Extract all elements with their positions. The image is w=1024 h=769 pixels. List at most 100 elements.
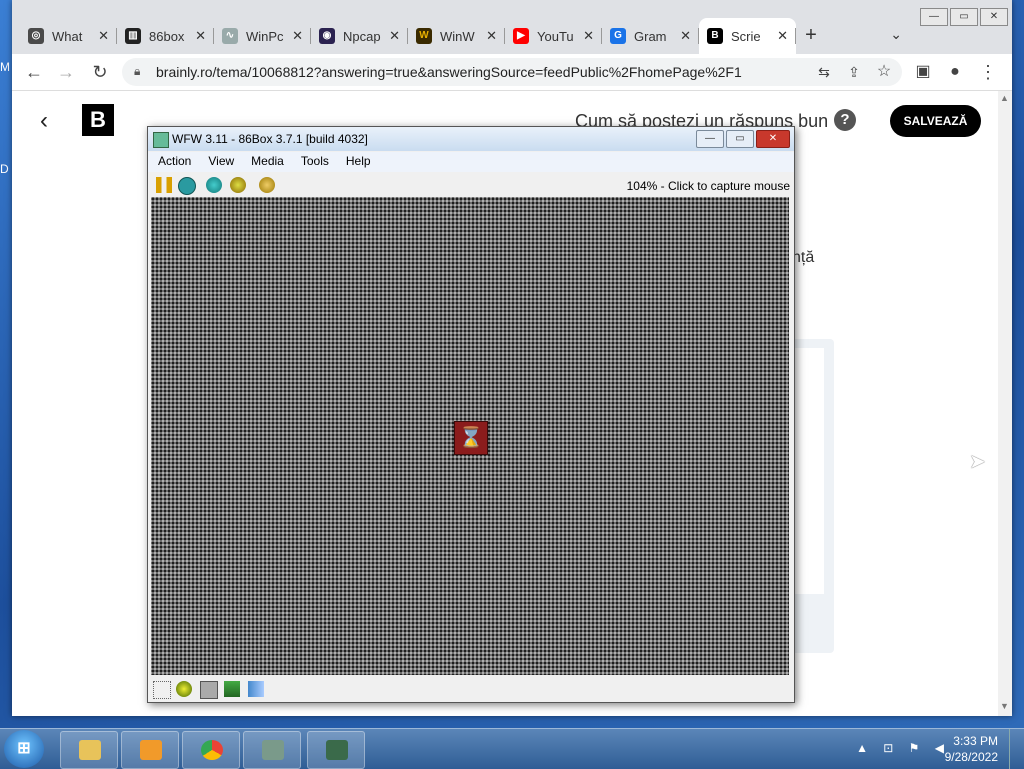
clock-date: 9/28/2022	[944, 750, 998, 764]
floppy-icon[interactable]	[153, 681, 171, 699]
youtube-icon: ▶	[513, 28, 529, 44]
network-icon[interactable]	[224, 681, 240, 697]
taskbar-86box-vm[interactable]	[307, 731, 365, 769]
maximize-button[interactable]: ▭	[950, 8, 978, 26]
mouse-cursor-icon: ➤	[969, 451, 986, 473]
ctrl-alt-esc-icon[interactable]	[230, 177, 246, 193]
browser-toolbar: ← → ↻ 🔒︎ brainly.ro/tema/10068812?answer…	[12, 54, 1012, 91]
lock-icon[interactable]: 🔒︎	[134, 64, 140, 79]
scroll-down-icon[interactable]: ▼	[1000, 701, 1009, 711]
close-tab-icon[interactable]: ✕	[680, 28, 691, 44]
building-icon: ▥	[125, 28, 141, 44]
tab-title: 86box	[149, 28, 185, 44]
windows-logo-icon: ⊞	[17, 740, 31, 757]
address-bar[interactable]: 🔒︎ brainly.ro/tema/10068812?answering=tr…	[122, 58, 902, 86]
url-text[interactable]: brainly.ro/tema/10068812?answering=true&…	[156, 64, 742, 80]
tab-strip: ◎ What ✕ ▥ 86box ✕ ∿ WinPc ✕ ◉ Npcap ✕ W WinW ✕ ▶ Y…	[20, 18, 826, 54]
hourglass-icon: ⌛	[454, 421, 488, 455]
browser-tab[interactable]: G Gram ✕	[602, 18, 699, 54]
translate-icon[interactable]: ⇆	[812, 60, 836, 84]
start-button[interactable]: ⊞	[4, 730, 44, 768]
media-player-icon	[140, 740, 162, 760]
help-icon[interactable]: ?	[834, 109, 856, 131]
settings-icon[interactable]	[259, 177, 275, 193]
86box-app-icon	[153, 132, 169, 148]
ctrl-alt-del-icon[interactable]	[206, 177, 222, 193]
menu-tools[interactable]: Tools	[291, 152, 336, 172]
browser-tab[interactable]: ▶ YouTu ✕	[505, 18, 602, 54]
maximize-button[interactable]: ▭	[726, 130, 754, 148]
menu-action[interactable]: Action	[148, 152, 198, 172]
close-button[interactable]: ✕	[980, 8, 1008, 26]
taskbar-chrome[interactable]	[182, 731, 240, 769]
menu-view[interactable]: View	[198, 152, 241, 172]
tab-search-icon[interactable]: ⌄	[890, 26, 902, 43]
brainly-icon: B	[707, 28, 723, 44]
taskbar-media-player[interactable]	[121, 731, 179, 769]
tab-title: WinW	[440, 28, 475, 44]
back-arrow-icon[interactable]: ‹	[40, 107, 48, 135]
emulator-titlebar[interactable]: WFW 3.11 - 86Box 3.7.1 [build 4032] — ▭ …	[148, 127, 794, 151]
minimize-button[interactable]: —	[696, 130, 724, 148]
partially-hidden-text: nță	[792, 249, 815, 266]
side-panel-icon[interactable]: ▣	[911, 60, 935, 84]
emulator-menubar: Action View Media Tools Help	[148, 152, 794, 172]
reload-icon[interactable]: ↻	[88, 60, 112, 84]
forward-icon[interactable]: →	[54, 60, 78, 84]
hard-disk-icon[interactable]	[200, 681, 218, 699]
emulator-title: WFW 3.11 - 86Box 3.7.1 [build 4032]	[172, 132, 368, 146]
86box-icon	[262, 740, 284, 760]
cdrom-icon[interactable]	[176, 681, 192, 697]
close-tab-icon[interactable]: ✕	[292, 28, 303, 44]
bookmark-star-icon[interactable]: ☆	[872, 60, 896, 84]
pause-icon[interactable]	[156, 177, 172, 193]
close-tab-icon[interactable]: ✕	[486, 28, 497, 44]
minimize-button[interactable]: —	[920, 8, 948, 26]
browser-tab-active[interactable]: B Scrie ✕	[699, 18, 796, 54]
back-icon[interactable]: ←	[22, 60, 46, 84]
save-button[interactable]: SALVEAZĂ	[890, 105, 981, 137]
page-scrollbar[interactable]: ▲ ▼	[998, 91, 1012, 716]
clock-time: 3:33 PM	[953, 734, 998, 748]
tab-title: YouTu	[537, 28, 574, 44]
tab-title: What	[52, 28, 83, 44]
close-tab-icon[interactable]: ✕	[195, 28, 206, 44]
taskbar-86box[interactable]	[243, 731, 301, 769]
desktop-icon-label-partial: M	[0, 60, 10, 74]
menu-media[interactable]: Media	[241, 152, 291, 172]
tab-title: WinPc	[246, 28, 284, 44]
menu-help[interactable]: Help	[336, 152, 378, 172]
share-icon[interactable]: ⇪	[842, 60, 866, 84]
reset-icon[interactable]	[178, 177, 196, 195]
scroll-up-icon[interactable]: ▲	[1000, 93, 1009, 103]
menu-kebab-icon[interactable]: ⋮	[976, 60, 1000, 84]
emulator-window: WFW 3.11 - 86Box 3.7.1 [build 4032] — ▭ …	[147, 126, 795, 703]
close-tab-icon[interactable]: ✕	[583, 28, 594, 44]
tab-title: Gram	[634, 28, 667, 44]
close-tab-icon[interactable]: ✕	[777, 28, 788, 44]
profile-icon[interactable]: ●	[943, 60, 967, 84]
w-logo-icon: W	[416, 28, 432, 44]
new-tab-button[interactable]: +	[796, 18, 826, 54]
browser-tab[interactable]: W WinW ✕	[408, 18, 505, 54]
close-button[interactable]: ✕	[756, 130, 790, 148]
close-tab-icon[interactable]: ✕	[389, 28, 400, 44]
close-tab-icon[interactable]: ✕	[98, 28, 109, 44]
sound-icon[interactable]	[248, 681, 264, 697]
clock[interactable]: 3:33 PM 9/28/2022	[945, 733, 998, 765]
system-tray-icons[interactable]: ▲ ⊡ ⚑ ◀	[856, 741, 950, 755]
eye-icon: ◉	[319, 28, 335, 44]
emulator-statusbar	[148, 677, 794, 701]
brainly-logo[interactable]: B	[82, 104, 114, 136]
emulator-toolbar: 104% - Click to capture mouse	[148, 173, 794, 197]
emulator-screen[interactable]: ⌛	[151, 197, 789, 675]
taskbar: ⊞ ▲ ⊡ ⚑ ◀ 3:33 PM 9/28/2022	[0, 728, 1024, 769]
show-desktop-button[interactable]	[1009, 729, 1024, 769]
browser-tab[interactable]: ◎ What ✕	[20, 18, 117, 54]
browser-tab[interactable]: ◉ Npcap ✕	[311, 18, 408, 54]
taskbar-explorer[interactable]	[60, 731, 118, 769]
browser-tab[interactable]: ∿ WinPc ✕	[214, 18, 311, 54]
desktop-icon-label-partial: D	[0, 162, 9, 176]
answer-editor[interactable]	[790, 348, 824, 594]
browser-tab[interactable]: ▥ 86box ✕	[117, 18, 214, 54]
